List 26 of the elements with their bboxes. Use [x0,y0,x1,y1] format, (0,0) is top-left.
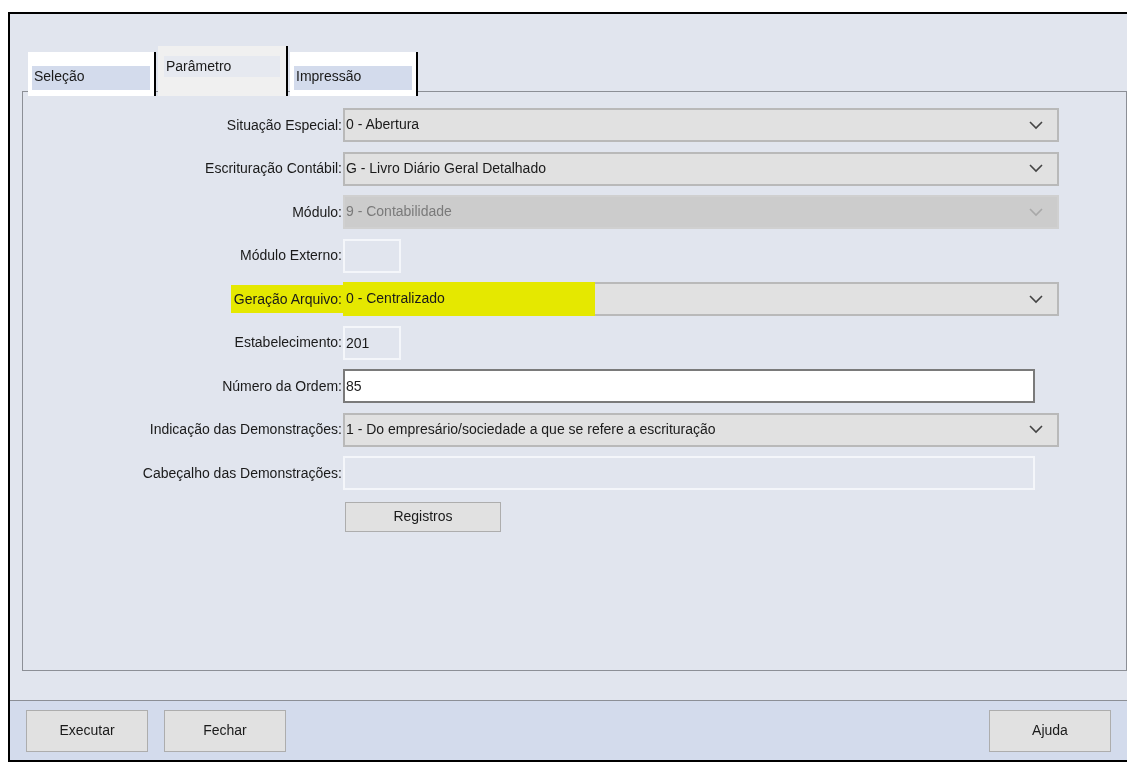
dropdown[interactable]: G - Livro Diário Geral Detalhado [343,151,1059,186]
field-label: Número da Ordem: [222,377,343,394]
footer-button[interactable]: Executar [26,709,148,752]
field-label: Cabeçalho das Demonstrações: [142,464,343,481]
chevron-down-icon [1029,294,1043,304]
dropdown[interactable]: 1 - Do empresário/sociedade a que se refere a escrituração [343,412,1059,447]
field-label: Escrituração Contábil: [205,160,343,176]
field-label: Situação Especial: [226,116,343,133]
field-label: Módulo Externo: [240,247,343,263]
input-field[interactable]: 85 [343,369,1035,403]
field-label: Indicação das Demonstrações: [149,421,343,437]
chevron-down-icon [1029,120,1043,130]
tab[interactable]: Seleção [28,52,156,96]
field-label: Estabelecimento: [234,334,343,350]
tab[interactable]: Impressão [290,52,418,96]
chevron-down-icon [1029,425,1043,434]
chevron-down-icon [1029,164,1043,173]
dropdown[interactable]: 0 - Abertura [343,108,1059,142]
field-label: Geração Arquivo: [230,284,343,313]
registros-button[interactable]: Registros [345,501,501,532]
chevron-down-icon [1029,207,1043,217]
footer-button[interactable]: Fechar [164,709,286,752]
help-button[interactable]: Ajuda [989,709,1111,752]
dropdown[interactable]: 0 - Centralizado [343,282,1059,316]
tab[interactable]: Parâmetro [158,46,288,96]
field-label: Módulo: [292,203,343,220]
